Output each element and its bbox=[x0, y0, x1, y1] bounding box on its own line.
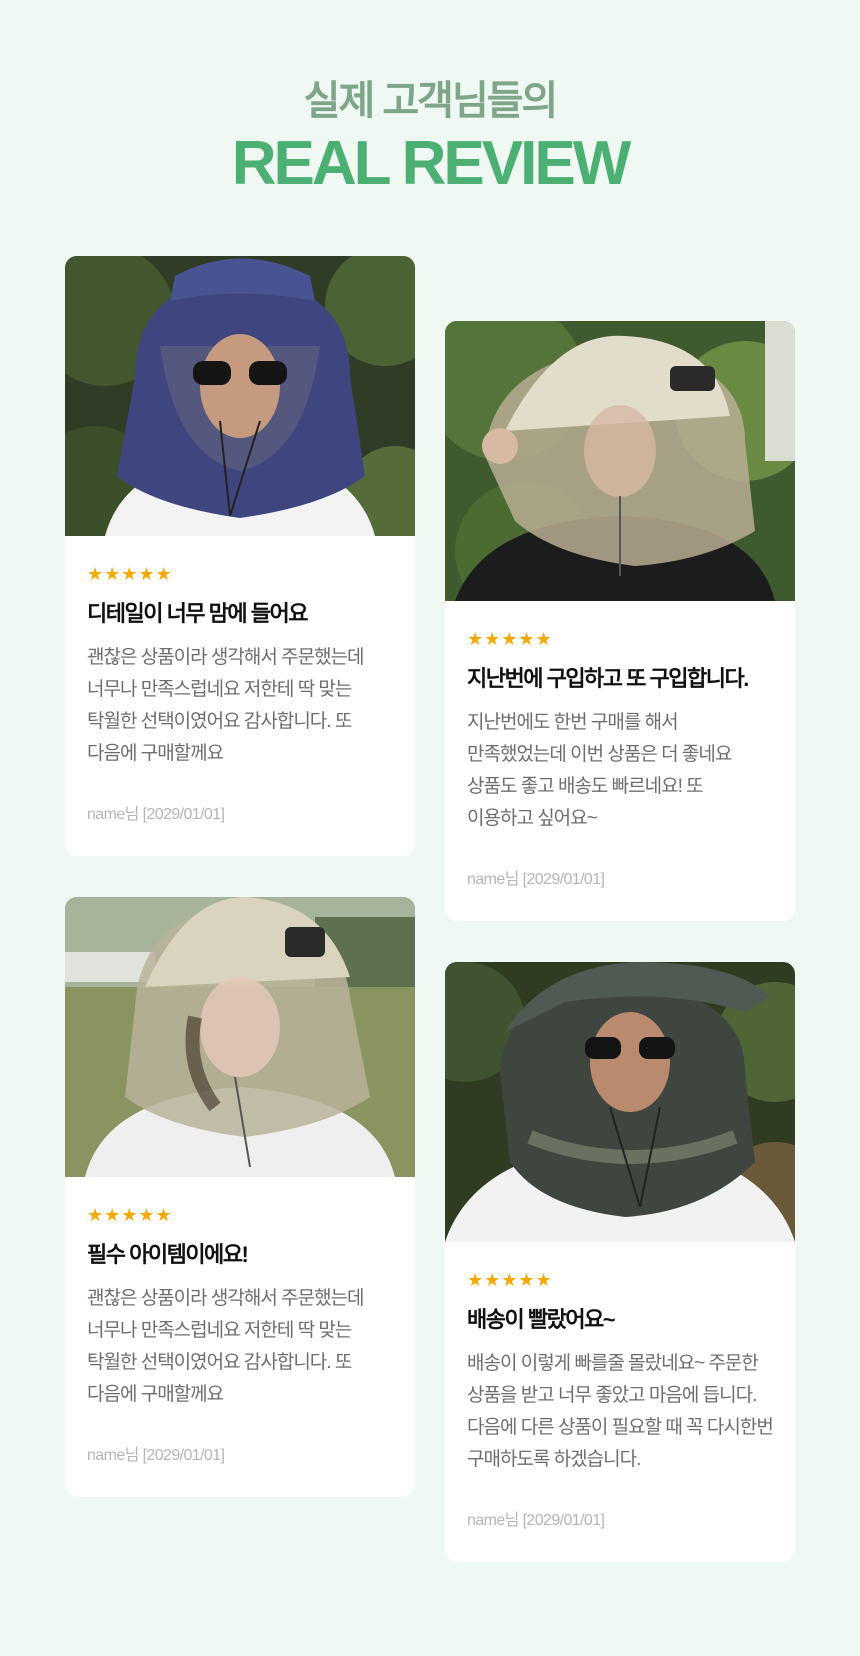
review-text: 괜찮은 상품이라 생각해서 주문했는데 너무나 만족스럽네요 저한테 딱 맞는 … bbox=[87, 1288, 365, 1405]
review-author-date: name님 [2029/01/01] bbox=[87, 1447, 225, 1464]
review-title: 필수 아이템이에요! bbox=[87, 1242, 249, 1267]
review-card: ★★★★★ 지난번에 구입하고 또 구입합니다. 지난번에도 한번 구매를 해서… bbox=[445, 321, 795, 921]
review-title: 디테일이 너무 맘에 들어요 bbox=[87, 601, 308, 626]
review-author-date: name님 [2029/01/01] bbox=[467, 871, 605, 888]
review-author-date: name님 [2029/01/01] bbox=[467, 1512, 605, 1529]
review-author-date: name님 [2029/01/01] bbox=[87, 806, 225, 823]
review-card: ★★★★★ 필수 아이템이에요! 괜찮은 상품이라 생각해서 주문했는데 너무나… bbox=[65, 897, 415, 1497]
rating-stars: ★★★★★ bbox=[467, 1270, 553, 1291]
review-title: 배송이 빨랐어요~ bbox=[467, 1307, 616, 1332]
rating-stars: ★★★★★ bbox=[87, 564, 173, 585]
rating-stars: ★★★★★ bbox=[467, 629, 553, 650]
review-photo bbox=[445, 321, 795, 601]
review-text: 지난번에도 한번 구매를 해서 만족했었는데 이번 상품은 더 좋네요 상품도 … bbox=[467, 712, 732, 829]
section-title: REAL REVIEW bbox=[231, 129, 631, 198]
review-card: ★★★★★ 배송이 빨랐어요~ 배송이 이렇게 빠를줄 몰랐네요~ 주문한 상품… bbox=[445, 962, 795, 1562]
review-photo bbox=[65, 256, 415, 536]
review-text: 괜찮은 상품이라 생각해서 주문했는데 너무나 만족스럽네요 저한테 딱 맞는 … bbox=[87, 647, 365, 764]
review-photo bbox=[65, 897, 415, 1177]
review-text: 배송이 이렇게 빠를줄 몰랐네요~ 주문한 상품을 받고 너무 좋았고 마음에 … bbox=[467, 1353, 774, 1470]
review-photo bbox=[445, 962, 795, 1242]
review-card: ★★★★★ 디테일이 너무 맘에 들어요 괜찮은 상품이라 생각해서 주문했는데… bbox=[65, 256, 415, 856]
rating-stars: ★★★★★ bbox=[87, 1205, 173, 1226]
review-title: 지난번에 구입하고 또 구입합니다. bbox=[467, 666, 749, 691]
section-subtitle: 실제 고객님들의 bbox=[303, 79, 559, 123]
